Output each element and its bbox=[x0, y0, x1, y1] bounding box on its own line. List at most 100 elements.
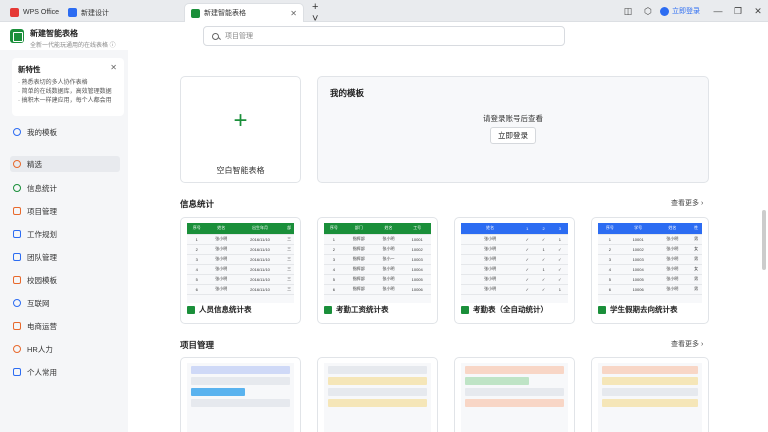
window-layout-icon[interactable]: ◫ bbox=[618, 6, 638, 17]
preview-row bbox=[602, 377, 698, 385]
preview-cell: 1 bbox=[187, 234, 207, 245]
preview-cell: 三 bbox=[284, 264, 294, 275]
preview-row: 5 张小明 2016/11/10 三 bbox=[187, 274, 294, 285]
preview-cell: 1 bbox=[551, 234, 568, 245]
preview-row: 4 10004 张小明女 bbox=[598, 264, 702, 275]
preview-cell: 张小明 bbox=[461, 254, 520, 265]
pm-template-card[interactable] bbox=[591, 357, 709, 432]
preview-row: 5 10005 张小明男 bbox=[598, 274, 702, 285]
tab-label: 新建设计 bbox=[81, 9, 109, 17]
login-button[interactable]: 立即登录 bbox=[490, 127, 536, 144]
preview-cell: 2016/11/10 bbox=[235, 274, 285, 285]
pm-template-card[interactable] bbox=[180, 357, 301, 432]
preview-cell: 3 bbox=[324, 254, 344, 265]
preview-row: 张小明 ✓ 1 ✓ bbox=[461, 244, 568, 255]
preview-cell: 张小明 bbox=[373, 234, 404, 245]
preview-header-cell: 性 bbox=[690, 223, 702, 235]
template-name-label: 考勤表（全自动统计） bbox=[473, 305, 548, 314]
sidebar-item-my-templates[interactable]: 我的模板 bbox=[10, 124, 120, 140]
sidebar-item-internet[interactable]: 互联网 bbox=[10, 295, 120, 311]
tab-new-design[interactable]: 新建设计 bbox=[62, 3, 182, 22]
pm-template-card[interactable] bbox=[454, 357, 575, 432]
login-label: 立即登录 bbox=[672, 8, 700, 15]
preview-cell: 5 bbox=[187, 274, 207, 285]
template-preview bbox=[461, 363, 568, 432]
preview-cell: ✓ bbox=[535, 254, 552, 265]
preview-row bbox=[465, 366, 564, 374]
info-template-card[interactable]: 序号 学号 姓名性 1 10001 张小明男 2 10002 张小明女 3 10003 张小明男 4 10… bbox=[591, 217, 709, 324]
preview-cell: 张小明 bbox=[461, 264, 520, 275]
user-icon bbox=[13, 128, 21, 136]
preview-cell: 指挥部 bbox=[343, 254, 374, 265]
preview-cell: 2016/11/10 bbox=[235, 284, 285, 295]
sidebar-item-team-mgmt[interactable]: 团队管理 bbox=[10, 249, 120, 265]
sidebar-item-label: 互联网 bbox=[27, 298, 50, 308]
preview-cell: 女 bbox=[690, 264, 702, 275]
info-view-more-link[interactable]: 查看更多 › bbox=[671, 198, 703, 208]
info-template-card[interactable]: 姓名 1 2 3 张小明 ✓ ✓ 1 张小明 ✓ 1 ✓ 张小明 ✓ ✓ ✓ 张小明 ✓ 1 ✓ 张小明 ✓ ✓ ✓ 张小明 ✓ ✓… bbox=[454, 217, 575, 324]
preview-row bbox=[191, 388, 245, 396]
preview-row bbox=[191, 366, 290, 374]
template-name: 学生假期去向统计表 bbox=[598, 304, 678, 315]
preview-cell: 三 bbox=[284, 254, 294, 265]
scrollbar[interactable] bbox=[762, 210, 766, 270]
sidebar-item-project-mgmt[interactable]: 项目管理 bbox=[10, 203, 120, 219]
cube-icon[interactable]: ⬡ bbox=[638, 6, 658, 17]
preview-cell: 指挥部 bbox=[343, 244, 374, 255]
preview-cell: ✓ bbox=[535, 274, 552, 285]
search-input[interactable]: 项目管理 bbox=[203, 26, 565, 46]
preview-cell: 2 bbox=[187, 244, 207, 255]
preview-cell: 张小明 bbox=[373, 264, 404, 275]
info-template-card[interactable]: 序号 姓名 出生年月部 1 张小明 2016/11/10 三 2 张小明 2016/11/10 三 3… bbox=[180, 217, 301, 324]
pm-view-more-link[interactable]: 查看更多 › bbox=[671, 339, 703, 349]
preview-cell: 10006 bbox=[403, 284, 431, 295]
preview-cell: 三 bbox=[284, 284, 294, 295]
preview-cell: 1 bbox=[535, 264, 552, 275]
preview-row bbox=[602, 366, 698, 374]
login-top-button[interactable]: 立即登录 bbox=[660, 6, 700, 16]
preview-row bbox=[328, 366, 427, 374]
template-name: 考勤表（全自动统计） bbox=[461, 304, 548, 315]
box-icon bbox=[13, 207, 21, 215]
preview-cell: 1 bbox=[551, 284, 568, 295]
info-template-card[interactable]: 序号 部门 姓名 工号 1 指挥部 张小明 10001 2 指挥部 张小明 10002 3 指挥部 张小一 1… bbox=[317, 217, 438, 324]
tab-wps-office[interactable]: WPS Office bbox=[4, 3, 66, 22]
sidebar-item-ecommerce[interactable]: 电商运营 bbox=[10, 318, 120, 334]
preview-cell: 4 bbox=[598, 264, 622, 275]
sidebar-item-featured[interactable]: 精选 bbox=[10, 156, 120, 172]
sidebar-item-info-stats[interactable]: 信息统计 bbox=[10, 180, 120, 196]
preview-cell: 张小明 bbox=[654, 274, 691, 285]
sidebar-item-campus[interactable]: 校园模板 bbox=[10, 272, 120, 288]
preview-cell: 指挥部 bbox=[343, 264, 374, 275]
sidebar-item-hr[interactable]: HR人力 bbox=[10, 341, 120, 357]
preview-header-cell: 1 bbox=[519, 223, 536, 235]
preview-cell: ✓ bbox=[519, 284, 536, 295]
minimize-icon[interactable]: — bbox=[708, 6, 728, 16]
new-tab-button[interactable]: + ˅ bbox=[306, 1, 330, 25]
preview-cell: 张小明 bbox=[373, 274, 404, 285]
preview-row bbox=[328, 399, 427, 407]
template-preview bbox=[324, 363, 431, 432]
preview-row: 3 张小明 2016/11/10 三 bbox=[187, 254, 294, 265]
pm-template-card[interactable] bbox=[317, 357, 438, 432]
preview-header-cell: 学号 bbox=[621, 223, 655, 235]
tab-new-smart-sheet[interactable]: 新建智能表格 ✕ bbox=[184, 3, 304, 22]
restore-icon[interactable]: ❐ bbox=[728, 6, 748, 17]
search-placeholder: 项目管理 bbox=[225, 33, 253, 40]
sidebar-item-work-planning[interactable]: 工作规划 bbox=[10, 226, 120, 242]
preview-cell: 女 bbox=[690, 244, 702, 255]
preview-cell: 4 bbox=[187, 264, 207, 275]
blank-smart-sheet-card[interactable]: + 空白智能表格 bbox=[180, 76, 301, 183]
preview-cell: 张小明 bbox=[461, 234, 520, 245]
preview-cell: 10003 bbox=[403, 254, 431, 265]
sidebar-item-personal[interactable]: 个人常用 bbox=[10, 364, 120, 380]
preview-cell: ✓ bbox=[551, 264, 568, 275]
preview-row: 张小明 ✓ ✓ 1 bbox=[461, 234, 568, 245]
preview-cell: 男 bbox=[690, 254, 702, 265]
preview-row bbox=[465, 388, 564, 396]
preview-row bbox=[602, 388, 698, 396]
close-window-icon[interactable]: ✕ bbox=[748, 6, 768, 17]
preview-cell: 男 bbox=[690, 284, 702, 295]
close-tab-icon[interactable]: ✕ bbox=[290, 9, 297, 18]
close-icon[interactable]: ✕ bbox=[110, 63, 117, 72]
